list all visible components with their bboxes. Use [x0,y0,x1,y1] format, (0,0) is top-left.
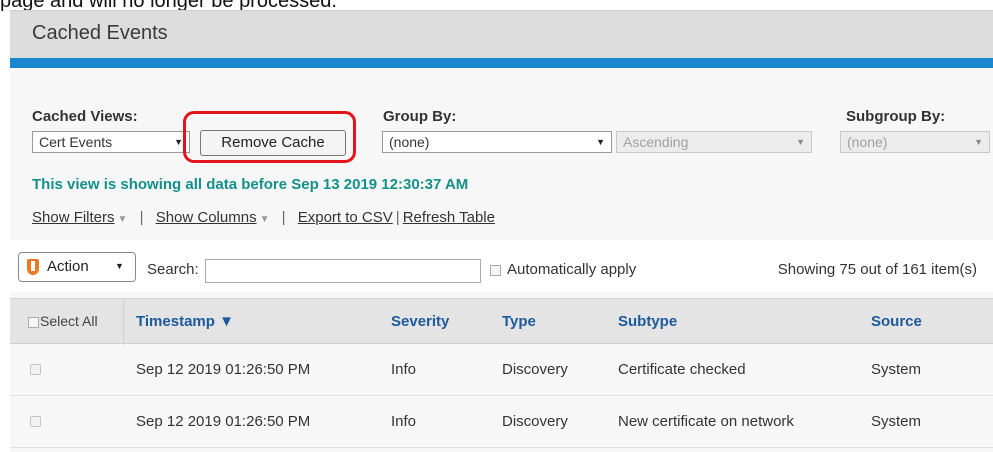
column-header-subtype[interactable]: Subtype [618,313,677,330]
chevron-down-icon: ▼ [259,214,270,225]
select-all-checkbox[interactable] [28,316,39,328]
subgroup-by-label: Subgroup By: [846,108,946,125]
group-by-label: Group By: [383,108,457,125]
panel-title: Cached Events [32,22,168,44]
table-links-bar: Show Filters ▼ | Show Columns ▼ | Export t… [32,209,495,226]
cell-timestamp: Sep 12 2019 01:26:50 PM [136,413,311,430]
action-label: Action [47,258,89,275]
auto-apply-option[interactable]: Automatically apply [490,261,636,278]
column-header-type[interactable]: Type [502,313,536,330]
cache-info-message: This view is showing all data before Sep… [32,176,469,193]
column-header-timestamp[interactable]: Timestamp ▼ [136,313,234,330]
cell-source: System [871,361,922,378]
cached-views-label: Cached Views: [32,108,138,125]
chevron-down-icon: ▼ [974,137,983,147]
auto-apply-label: Automatically apply [507,261,637,278]
cached-views-value: Cert Events [39,134,113,150]
group-by-select[interactable]: (none) ▼ [382,131,612,153]
chevron-down-icon: ▼ [174,137,183,147]
subgroup-by-value: (none) [847,134,888,150]
item-count-text: Showing 75 out of 161 item(s) [777,261,977,278]
table-row[interactable]: Sep 12 2019 01:26:50 PM Info Discovery N… [10,396,993,448]
cell-subtype: Certificate checked [618,361,746,378]
cell-type: Discovery [502,413,568,430]
table-header-row: Select All Timestamp ▼ Severity Type Sub… [10,298,993,345]
refresh-table-link[interactable]: Refresh Table [403,209,495,226]
shield-icon [27,259,39,275]
column-divider [123,299,124,345]
row-checkbox[interactable] [30,364,41,375]
subgroup-by-select[interactable]: (none) ▼ [840,131,990,153]
export-csv-link[interactable]: Export to CSV [298,209,393,226]
select-all-label: Select All [40,313,98,329]
remove-cache-button[interactable]: Remove Cache [200,130,346,156]
cell-severity: Info [391,413,417,430]
chevron-down-icon: ▼ [596,137,605,147]
chevron-down-icon: ▼ [115,261,124,271]
search-input[interactable] [205,259,481,283]
row-checkbox[interactable] [30,416,41,427]
table-row[interactable]: Sep 12 2019 01:26:50 PM Info Discovery C… [10,344,993,396]
link-separator: | [139,209,144,226]
cached-views-select[interactable]: Cert Events ▼ [32,131,190,153]
link-separator: | [395,209,400,226]
show-filters-link[interactable]: Show Filters [32,209,115,226]
search-label: Search: [147,261,199,278]
column-header-severity[interactable]: Severity [391,313,449,330]
cell-type: Discovery [502,361,568,378]
cell-source: System [871,413,922,430]
accent-bar [10,58,993,68]
cell-severity: Info [391,361,417,378]
select-all-option[interactable]: Select All [28,313,98,329]
cell-timestamp: Sep 12 2019 01:26:50 PM [136,361,311,378]
chevron-down-icon: ▼ [117,214,128,225]
sort-order-select[interactable]: Ascending ▼ [616,131,812,153]
panel-header: Cached Events [10,10,993,58]
link-separator: | [281,209,286,226]
show-columns-link[interactable]: Show Columns [156,209,257,226]
auto-apply-checkbox[interactable] [490,264,501,276]
chevron-down-icon: ▼ [796,137,805,147]
column-header-source[interactable]: Source [871,313,922,330]
group-by-value: (none) [389,134,430,150]
sort-order-value: Ascending [623,134,689,150]
action-button[interactable]: Action ▼ [18,252,136,282]
table-toolbar: Action ▼ Search: Automatically apply Sho… [10,240,993,292]
cell-subtype: New certificate on network [618,413,794,430]
